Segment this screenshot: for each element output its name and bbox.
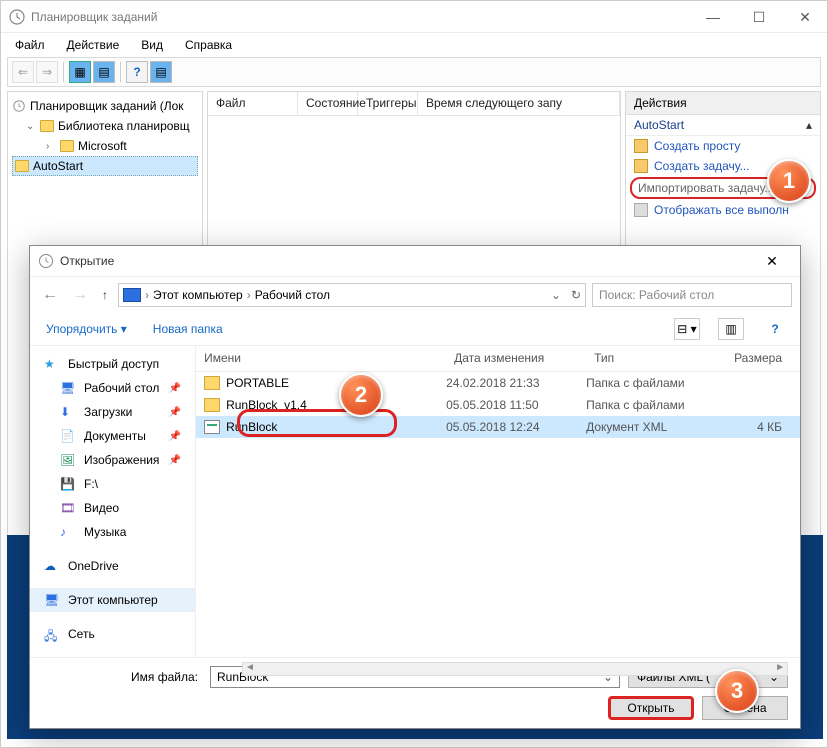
tree-library[interactable]: ⌄Библиотека планировщ	[12, 116, 198, 136]
tree-root[interactable]: Планировщик заданий (Лок	[12, 96, 198, 116]
sb-desktop[interactable]: 🖥Рабочий стол📌	[30, 376, 195, 400]
callout-3: 3	[715, 669, 759, 713]
sb-documents[interactable]: 📄Документы📌	[30, 424, 195, 448]
file-row-selected[interactable]: RunBlock 05.05.2018 12:24Документ XML4 К…	[196, 416, 800, 438]
col-name[interactable]: Имени	[196, 346, 446, 371]
col-triggers[interactable]: Триггеры	[358, 92, 418, 115]
crumb-pc[interactable]: Этот компьютер	[153, 288, 243, 302]
action-show-all[interactable]: Отображать все выполн	[626, 200, 820, 220]
minimize-button[interactable]: —	[699, 10, 727, 24]
main-title: Планировщик заданий	[31, 10, 699, 24]
toolbar-btn-2[interactable]: ▤	[93, 61, 115, 83]
dialog-sidebar: ★Быстрый доступ 🖥Рабочий стол📌 ⬇Загрузки…	[30, 346, 196, 657]
menu-action[interactable]: Действие	[59, 36, 128, 54]
col-size[interactable]: Размера	[726, 346, 800, 371]
col-date[interactable]: Дата изменения	[446, 346, 586, 371]
crumb-desktop[interactable]: Рабочий стол	[255, 288, 330, 302]
xml-file-icon	[204, 420, 220, 434]
address-bar[interactable]: › Этот компьютер › Рабочий стол ⌄ ↻	[118, 283, 586, 307]
folder-icon	[204, 398, 220, 412]
nav-back[interactable]: ←	[38, 286, 62, 304]
dialog-title: Открытие	[60, 254, 752, 268]
dialog-close-button[interactable]: ✕	[752, 253, 792, 270]
file-row[interactable]: RunBlock_v1.4 05.05.2018 11:50Папка с фа…	[196, 394, 800, 416]
menubar: Файл Действие Вид Справка	[1, 33, 827, 57]
nav-up[interactable]: ↑	[98, 288, 112, 302]
filename-label: Имя файла:	[42, 670, 202, 684]
search-input[interactable]: Поиск: Рабочий стол	[592, 283, 792, 307]
toolbar: ⇐ ⇒ ▦ ▤ ? ▤	[7, 57, 821, 87]
forward-button: ⇒	[36, 61, 58, 83]
col-file[interactable]: Файл	[208, 92, 298, 115]
main-titlebar: Планировщик заданий — ☐ ✕	[1, 1, 827, 33]
sb-this-pc[interactable]: 🖥Этот компьютер	[30, 588, 195, 612]
pc-icon	[123, 288, 141, 302]
help-icon[interactable]: ?	[762, 318, 788, 340]
help-button[interactable]: ?	[126, 61, 148, 83]
actions-title: Действия	[634, 96, 687, 110]
sb-network[interactable]: 🖧Сеть	[30, 622, 195, 646]
sb-drive-f[interactable]: 💾F:\	[30, 472, 195, 496]
action-create-basic[interactable]: Создать просту	[626, 136, 820, 156]
open-button[interactable]: Открыть	[608, 696, 694, 720]
sb-pictures[interactable]: 🖼Изображения📌	[30, 448, 195, 472]
view-mode-button[interactable]: ⊟ ▾	[674, 318, 700, 340]
menu-file[interactable]: Файл	[7, 36, 53, 54]
callout-2: 2	[339, 373, 383, 417]
sb-downloads[interactable]: ⬇Загрузки📌	[30, 400, 195, 424]
open-dialog: Открытие ✕ ← → ↑ › Этот компьютер › Рабо…	[29, 245, 801, 729]
file-list: Имени Дата изменения Тип Размера PORTABL…	[196, 346, 800, 657]
sb-quick-access[interactable]: ★Быстрый доступ	[30, 352, 195, 376]
clock-icon	[38, 253, 54, 269]
back-button: ⇐	[12, 61, 34, 83]
new-folder-button[interactable]: Новая папка	[149, 320, 227, 338]
file-row[interactable]: PORTABLE 24.02.2018 21:33Папка с файлами	[196, 372, 800, 394]
col-type[interactable]: Тип	[586, 346, 726, 371]
close-button[interactable]: ✕	[791, 10, 819, 24]
menu-view[interactable]: Вид	[133, 36, 171, 54]
toolbar-btn-3[interactable]: ▤	[150, 61, 172, 83]
actions-sub: AutoStart	[634, 118, 684, 132]
callout-1: 1	[767, 159, 811, 203]
preview-pane-button[interactable]: ▥	[718, 318, 744, 340]
tree-microsoft[interactable]: ›Microsoft	[12, 136, 198, 156]
menu-help[interactable]: Справка	[177, 36, 240, 54]
search-placeholder: Поиск: Рабочий стол	[599, 288, 714, 302]
folder-icon	[204, 376, 220, 390]
sb-videos[interactable]: 🎞Видео	[30, 496, 195, 520]
toolbar-btn-1[interactable]: ▦	[69, 61, 91, 83]
clock-icon	[9, 9, 25, 25]
col-state[interactable]: Состояние	[298, 92, 358, 115]
nav-forward: →	[68, 286, 92, 304]
organize-menu[interactable]: Упорядочить ▾	[42, 320, 131, 338]
sb-music[interactable]: ♪Музыка	[30, 520, 195, 544]
col-next[interactable]: Время следующего запу	[418, 92, 620, 115]
sb-onedrive[interactable]: ☁OneDrive	[30, 554, 195, 578]
maximize-button[interactable]: ☐	[745, 10, 773, 24]
tree-autostart[interactable]: AutoStart	[12, 156, 198, 176]
